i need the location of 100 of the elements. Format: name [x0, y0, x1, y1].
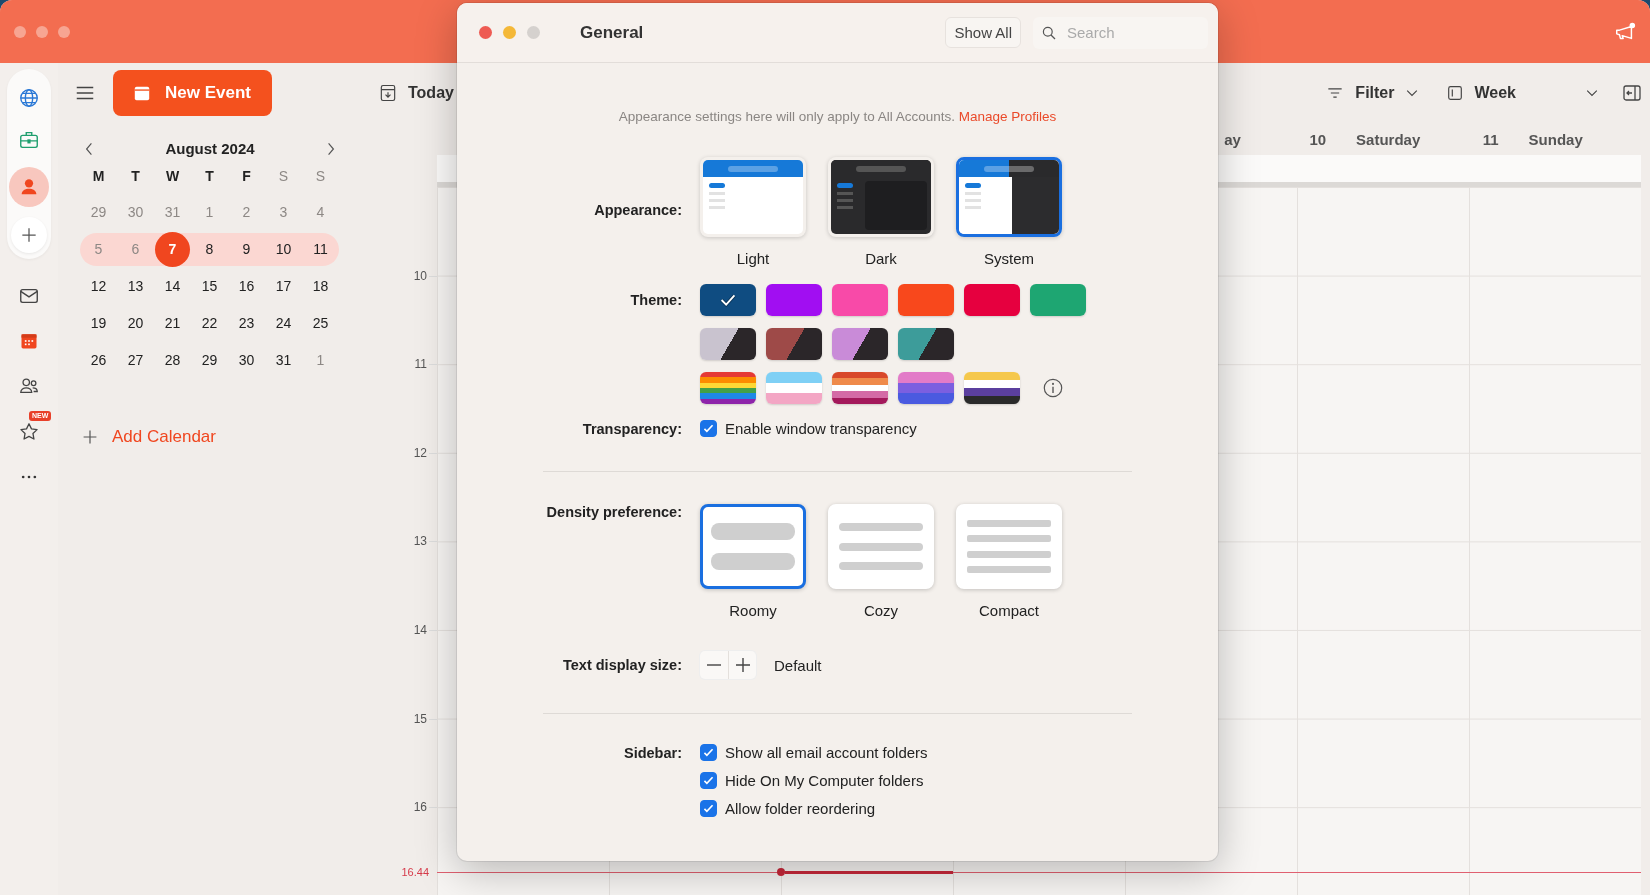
calendar-date[interactable]: 18: [302, 270, 339, 303]
theme-swatch[interactable]: [832, 284, 888, 316]
calendar-date[interactable]: 19: [80, 307, 117, 340]
calendar-date[interactable]: 29: [191, 344, 228, 377]
notice-text: Appearance settings here will only apply to All Accounts. Manage Profiles: [617, 109, 1058, 124]
next-month-icon[interactable]: [326, 140, 336, 157]
hour-label: 11: [414, 356, 427, 373]
hour-label: 15: [413, 710, 427, 727]
calendar-date[interactable]: 17: [265, 270, 302, 303]
calendar-date[interactable]: 24: [265, 307, 302, 340]
theme-swatch[interactable]: [766, 284, 822, 316]
theme-swatch[interactable]: [964, 284, 1020, 316]
calendar-date[interactable]: 27: [117, 344, 154, 377]
calendar-date[interactable]: 28: [154, 344, 191, 377]
theme-swatch[interactable]: [964, 372, 1020, 404]
density-label: Roomy: [729, 602, 777, 619]
density-thumbnail[interactable]: [700, 504, 806, 589]
calendar-date[interactable]: 14: [154, 270, 191, 303]
plus-icon: [735, 658, 750, 672]
theme-swatch[interactable]: [700, 284, 756, 316]
search-field[interactable]: Search: [1033, 16, 1208, 49]
appearance-label: Dark: [865, 250, 897, 267]
density-label: Compact: [979, 602, 1039, 619]
setting-label: Sidebar:: [623, 744, 682, 763]
checkbox[interactable]: [700, 420, 717, 437]
day-name: Saturday: [1356, 130, 1421, 148]
weekday-label: S: [314, 167, 327, 184]
weekday-label: F: [241, 167, 252, 184]
appearance-thumbnail[interactable]: [956, 157, 1062, 237]
info-icon[interactable]: [1042, 377, 1064, 399]
show-all-button[interactable]: Show All: [945, 17, 1021, 48]
theme-swatch[interactable]: [766, 372, 822, 404]
calendar-date[interactable]: 8: [191, 233, 228, 266]
calendar-date[interactable]: 13: [117, 270, 154, 303]
appearance-thumbnail[interactable]: [828, 157, 934, 237]
appearance-label: System: [984, 250, 1034, 267]
theme-swatch[interactable]: [1030, 284, 1086, 316]
calendar-icon: [133, 84, 151, 102]
calendar-date[interactable]: 16: [228, 270, 265, 303]
calendar-date[interactable]: 23: [228, 307, 265, 340]
theme-swatch[interactable]: [898, 284, 954, 316]
theme-swatch[interactable]: [766, 328, 822, 360]
day-name: ay: [1223, 130, 1241, 148]
plus-icon[interactable]: [82, 429, 98, 445]
dialog-title: General: [580, 22, 645, 43]
calendar-date[interactable]: 12: [80, 270, 117, 303]
theme-swatch[interactable]: [700, 328, 756, 360]
briefcase-icon[interactable]: [18, 129, 40, 151]
view-selector[interactable]: Week: [1474, 84, 1516, 102]
calendar-date[interactable]: 30: [228, 344, 265, 377]
setting-label: Appearance:: [593, 201, 682, 220]
avatar-icon[interactable]: [9, 167, 49, 207]
setting-label: Text display size:: [562, 657, 682, 673]
collapse-panel-icon[interactable]: [1622, 83, 1642, 103]
checkbox[interactable]: [700, 744, 717, 761]
search-input[interactable]: Search: [1065, 23, 1199, 42]
calendar-date[interactable]: 9: [228, 233, 265, 266]
today-button[interactable]: Today: [408, 84, 454, 102]
calendar-date[interactable]: 20: [117, 307, 154, 340]
checkmark-icon: [702, 774, 715, 787]
calendar-date[interactable]: 26: [80, 344, 117, 377]
today-date[interactable]: 7: [155, 232, 190, 267]
hour-label: 16: [413, 799, 427, 816]
appearance-thumbnail[interactable]: [700, 157, 806, 237]
setting-label: Density preference:: [545, 504, 682, 522]
calendar-date[interactable]: 31: [265, 344, 302, 377]
calendar-date[interactable]: 22: [191, 307, 228, 340]
month-title: August 2024: [165, 140, 255, 157]
checkbox-label: Show all email account folders: [725, 744, 928, 761]
view-icon[interactable]: [1446, 84, 1465, 102]
filter-button[interactable]: Filter: [1355, 84, 1395, 102]
theme-swatch[interactable]: [898, 328, 954, 360]
globe-icon[interactable]: [18, 87, 40, 109]
density-label: Cozy: [863, 602, 899, 619]
calendar-date[interactable]: 25: [302, 307, 339, 340]
previous-month-icon[interactable]: [84, 140, 94, 157]
hour-label: 14: [413, 621, 427, 638]
checkbox[interactable]: [700, 800, 717, 817]
theme-swatch[interactable]: [700, 372, 756, 404]
hour-label: 12: [413, 444, 427, 461]
star-icon[interactable]: [18, 421, 40, 443]
theme-swatch[interactable]: [832, 372, 888, 404]
today-icon[interactable]: [378, 83, 398, 103]
checkbox[interactable]: [700, 772, 717, 789]
weekday-label: W: [164, 167, 181, 184]
calendar-icon[interactable]: [19, 331, 39, 351]
weekday-label: M: [91, 167, 106, 184]
calendar-date[interactable]: 15: [191, 270, 228, 303]
day-number: 11: [1482, 130, 1499, 148]
theme-swatch[interactable]: [898, 372, 954, 404]
calendar-date[interactable]: 10: [265, 233, 302, 266]
search-icon: [1041, 24, 1057, 41]
theme-swatch[interactable]: [832, 328, 888, 360]
day-number: 10: [1309, 130, 1327, 148]
current-time-label: 16.44: [401, 865, 429, 880]
calendar-date[interactable]: 21: [154, 307, 191, 340]
add-account-button[interactable]: [11, 217, 47, 253]
close-button[interactable]: [479, 26, 492, 39]
calendar-date[interactable]: 11: [302, 233, 339, 266]
plus-icon: [19, 225, 39, 245]
